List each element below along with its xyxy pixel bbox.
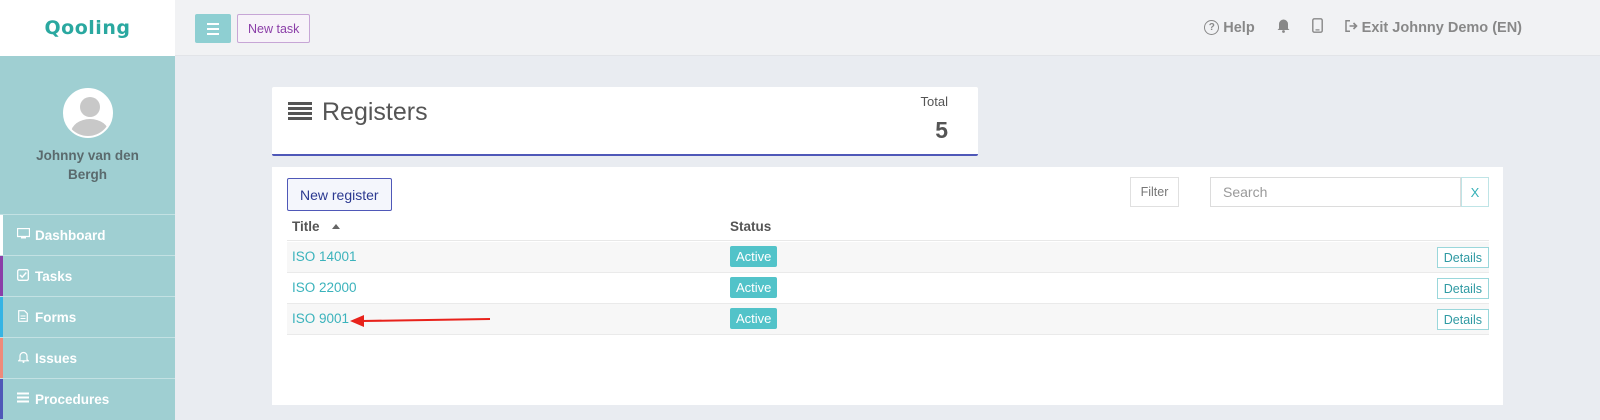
question-circle-icon: ? (1204, 20, 1220, 35)
sidebar-item-label: Dashboard (35, 227, 106, 243)
bell-icon (1277, 18, 1290, 37)
list-icon (16, 392, 30, 406)
sort-ascending-icon (331, 224, 340, 229)
tablet-icon (1311, 18, 1323, 37)
total-label: Total (920, 94, 948, 109)
menu-toggle-button[interactable] (195, 14, 231, 43)
sign-out-icon (1344, 19, 1358, 36)
registers-panel: New register Filter X Title Status ISO 1… (272, 167, 1503, 405)
filter-button[interactable]: Filter (1130, 177, 1179, 207)
sidebar-item-issues[interactable]: Issues (0, 337, 175, 378)
sidebar-item-label: Forms (35, 309, 77, 325)
register-title-link[interactable]: ISO 22000 (292, 280, 357, 295)
register-title-link[interactable]: ISO 9001 (292, 311, 349, 326)
details-button[interactable]: Details (1436, 247, 1489, 268)
register-title-link[interactable]: ISO 14001 (292, 249, 357, 264)
user-profile: Johnny van den Bergh (0, 56, 175, 214)
status-badge: Active (730, 246, 778, 267)
clear-search-button[interactable]: X (1461, 177, 1489, 207)
new-register-button[interactable]: New register (287, 178, 392, 211)
sidebar-item-forms[interactable]: Forms (0, 296, 175, 337)
search-input[interactable] (1210, 177, 1461, 207)
column-header-status[interactable]: Status (730, 219, 771, 234)
table-row: ISO 22000 Active Details (287, 273, 1489, 304)
table-row: ISO 14001 Active Details (287, 242, 1489, 273)
monitor-icon (16, 227, 30, 242)
document-icon (16, 309, 30, 325)
new-task-button[interactable]: New task (237, 14, 311, 43)
status-badge: Active (730, 308, 778, 329)
column-title-label: Title (292, 219, 320, 234)
sidebar-item-tasks[interactable]: Tasks (0, 255, 175, 296)
logo: Qooling (44, 17, 131, 39)
sidebar-item-dashboard[interactable]: Dashboard (0, 214, 175, 255)
table-header: Title Status (287, 219, 1489, 241)
annotation-arrow (350, 315, 491, 327)
exit-label: Exit Johnny Demo (EN) (1361, 19, 1522, 36)
user-name: Johnny van den Bergh (36, 148, 139, 182)
page-title: Registers (322, 98, 428, 126)
help-link[interactable]: ? Help (1204, 19, 1255, 36)
sidebar-item-procedures[interactable]: Procedures (0, 378, 175, 419)
sidebar-item-label: Issues (35, 350, 78, 366)
sidebar-item-label: Procedures (35, 391, 110, 407)
check-square-icon (16, 268, 30, 284)
total-count: 5 (935, 117, 948, 143)
bell-icon (16, 351, 30, 366)
mobile-device-button[interactable] (1311, 18, 1323, 37)
column-header-title[interactable]: Title (292, 219, 340, 234)
top-right-actions: ? Help Exit Johnny Demo (EN) (1204, 18, 1522, 37)
logo-area[interactable]: Qooling (0, 0, 175, 56)
help-label: Help (1223, 19, 1255, 36)
details-button[interactable]: Details (1436, 309, 1489, 330)
sidebar-item-label: Tasks (35, 268, 73, 284)
exit-link[interactable]: Exit Johnny Demo (EN) (1344, 19, 1522, 36)
top-bar: New task ? Help Exit Johnny Demo (EN) (175, 0, 1600, 56)
status-badge: Active (730, 277, 778, 298)
details-button[interactable]: Details (1436, 278, 1489, 299)
avatar[interactable] (62, 88, 113, 138)
page-header-card: Registers Total 5 (272, 87, 978, 156)
sidebar: Johnny van den Bergh Dashboard Tasks For… (0, 56, 175, 420)
list-icon (288, 102, 312, 122)
notifications-button[interactable] (1277, 18, 1290, 37)
